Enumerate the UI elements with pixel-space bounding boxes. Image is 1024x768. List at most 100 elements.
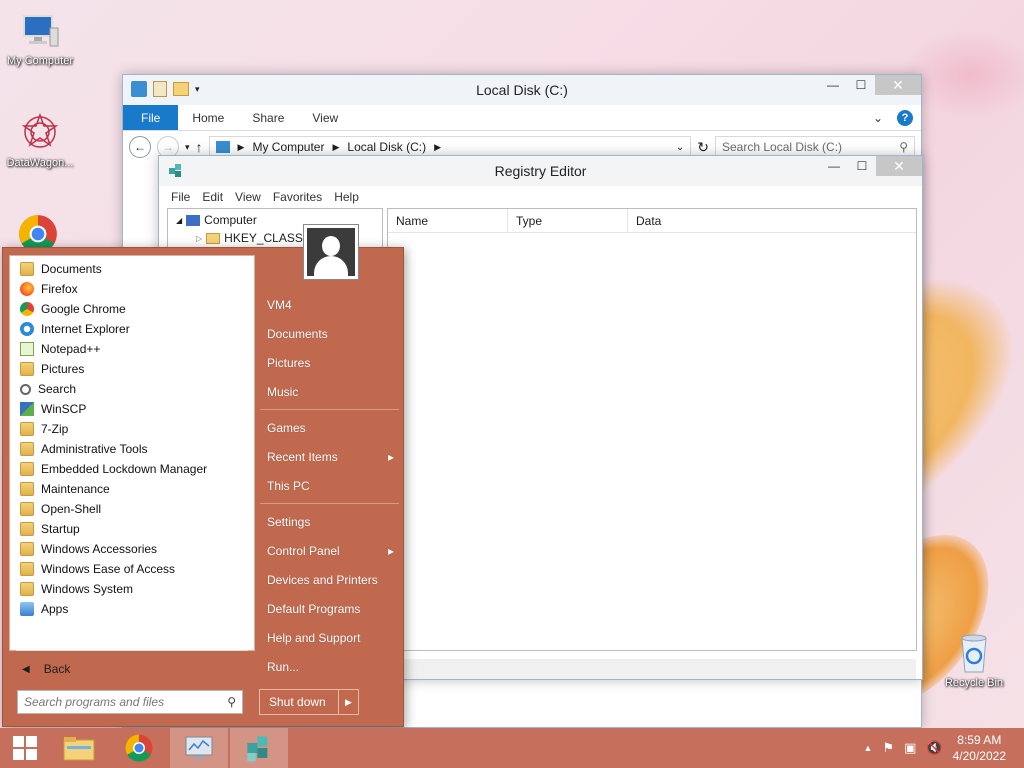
right-item-label: Control Panel <box>267 543 340 558</box>
taskbar-resource-monitor[interactable] <box>170 728 228 768</box>
start-button[interactable] <box>0 728 50 768</box>
desktop-icon-datawagon[interactable]: DataWagon... <box>0 110 82 169</box>
start-program-item[interactable]: 7-Zip <box>10 419 254 439</box>
start-right-item[interactable]: Pictures <box>258 348 404 377</box>
start-program-item[interactable]: Search <box>10 379 254 399</box>
start-program-item[interactable]: Notepad++ <box>10 339 254 359</box>
clock[interactable]: 8:59 AM 4/20/2022 <box>953 732 1006 764</box>
maximize-button[interactable]: ☐ <box>847 75 875 95</box>
up-button[interactable]: ↑ <box>196 139 203 155</box>
show-hidden-icons-icon[interactable]: ▲ <box>864 743 873 753</box>
start-program-item[interactable]: Embedded Lockdown Manager <box>10 459 254 479</box>
help-icon[interactable]: ? <box>889 105 921 130</box>
start-program-item[interactable]: Open-Shell <box>10 499 254 519</box>
start-right-item[interactable]: This PC <box>258 471 404 500</box>
minimize-button[interactable]: — <box>820 156 848 176</box>
expand-icon[interactable]: ▷ <box>196 234 202 243</box>
start-right-item[interactable]: VM4 <box>258 290 404 319</box>
desktop-icon-my-computer[interactable]: My Computer <box>0 8 82 67</box>
network-icon[interactable]: ▣ <box>904 740 916 756</box>
volume-muted-icon[interactable]: 🔇 <box>926 740 942 756</box>
apps-icon <box>20 602 34 616</box>
menu-favorites[interactable]: Favorites <box>267 190 328 204</box>
desktop-icon-recycle-bin[interactable]: Recycle Bin <box>932 630 1016 689</box>
start-program-item[interactable]: Windows Ease of Access <box>10 559 254 579</box>
address-dropdown-icon[interactable]: ⌄ <box>676 142 684 153</box>
maximize-button[interactable]: ☐ <box>848 156 876 176</box>
folder-icon <box>20 582 34 596</box>
tab-home[interactable]: Home <box>178 105 238 130</box>
program-label: Pictures <box>41 362 85 376</box>
taskbar-file-explorer[interactable] <box>50 728 108 768</box>
minimize-button[interactable]: — <box>819 75 847 95</box>
menu-edit[interactable]: Edit <box>196 190 229 204</box>
column-data[interactable]: Data <box>628 209 916 232</box>
start-program-item[interactable]: Firefox <box>10 279 254 299</box>
submenu-arrow-icon: ▸ <box>387 449 394 464</box>
start-right-item[interactable]: Recent Items ▸ <box>258 442 404 471</box>
menu-view[interactable]: View <box>229 190 267 204</box>
start-program-item[interactable]: Administrative Tools <box>10 439 254 459</box>
start-right-item[interactable]: Documents <box>258 319 404 348</box>
menu-help[interactable]: Help <box>328 190 365 204</box>
start-right-item[interactable]: Default Programs <box>258 594 404 623</box>
taskbar-registry-editor[interactable] <box>230 728 288 768</box>
explorer-titlebar[interactable]: ▾ Local Disk (C:) — ☐ ✕ <box>123 75 921 105</box>
start-program-item[interactable]: Pictures <box>10 359 254 379</box>
shutdown-options-icon[interactable]: ▶ <box>338 690 358 714</box>
search-icon <box>20 383 31 395</box>
registry-values-pane[interactable]: Name Type Data <box>387 208 917 651</box>
start-program-item[interactable]: Windows System <box>10 579 254 599</box>
taskbar-chrome[interactable] <box>110 728 168 768</box>
back-button[interactable]: ← <box>129 136 151 158</box>
refresh-icon[interactable]: ↻ <box>697 139 709 156</box>
start-program-item[interactable]: Documents <box>10 259 254 279</box>
start-right-item[interactable]: Control Panel ▸ <box>258 536 404 565</box>
start-right-item[interactable]: Devices and Printers <box>258 565 404 594</box>
start-right-item[interactable]: Games <box>258 413 404 442</box>
back-button[interactable]: ◀ Back <box>10 654 254 684</box>
start-program-item[interactable]: Maintenance <box>10 479 254 499</box>
recent-locations-icon[interactable]: ▾ <box>185 142 190 153</box>
start-right-item[interactable]: Settings <box>258 507 404 536</box>
breadcrumb-local-disk[interactable]: Local Disk (C:) <box>347 140 426 154</box>
action-center-flag-icon[interactable]: ⚑ <box>882 740 894 756</box>
winscp-icon <box>20 402 34 416</box>
start-program-item[interactable]: Apps <box>10 599 254 619</box>
collapse-icon[interactable]: ◢ <box>176 216 182 225</box>
start-search-input[interactable]: Search programs and files ⚲ <box>17 690 243 714</box>
start-program-item[interactable]: Windows Accessories <box>10 539 254 559</box>
start-program-item[interactable]: Google Chrome <box>10 299 254 319</box>
close-button[interactable]: ✕ <box>876 156 922 176</box>
clock-date: 4/20/2022 <box>952 749 1006 763</box>
ribbon-expand-icon[interactable]: ⌄ <box>867 105 889 130</box>
column-name[interactable]: Name <box>388 209 508 232</box>
start-right-item[interactable]: Help and Support <box>258 623 404 652</box>
right-item-label: Default Programs <box>267 601 361 616</box>
shutdown-button[interactable]: Shut down ▶ <box>259 689 359 715</box>
regedit-menubar: File Edit View Favorites Help <box>159 186 922 208</box>
start-program-item[interactable]: WinSCP <box>10 399 254 419</box>
start-right-item[interactable]: Music <box>258 377 404 406</box>
close-button[interactable]: ✕ <box>875 75 921 95</box>
menu-file[interactable]: File <box>165 190 196 204</box>
user-avatar[interactable] <box>303 224 359 280</box>
ribbon-tabs: File Home Share View ⌄ ? <box>123 105 921 131</box>
folder-icon <box>20 502 34 516</box>
column-type[interactable]: Type <box>508 209 628 232</box>
search-placeholder: Search Local Disk (C:) <box>722 140 843 154</box>
program-label: Documents <box>41 262 102 276</box>
back-arrow-icon: ◀ <box>22 663 30 675</box>
right-item-label: Settings <box>267 514 311 529</box>
start-program-item[interactable]: Startup <box>10 519 254 539</box>
regedit-titlebar[interactable]: Registry Editor — ☐ ✕ <box>159 156 922 186</box>
tab-view[interactable]: View <box>298 105 352 130</box>
start-program-item[interactable]: Internet Explorer <box>10 319 254 339</box>
file-explorer-icon <box>63 737 95 761</box>
submenu-arrow-icon: ▸ <box>387 543 394 558</box>
breadcrumb-my-computer[interactable]: My Computer <box>252 140 324 154</box>
start-menu[interactable]: Documents Firefox Google Chrome Internet Ex… <box>2 224 404 727</box>
tab-file[interactable]: File <box>123 105 179 130</box>
start-right-item[interactable]: Run... <box>258 652 404 681</box>
tab-share[interactable]: Share <box>238 105 298 130</box>
